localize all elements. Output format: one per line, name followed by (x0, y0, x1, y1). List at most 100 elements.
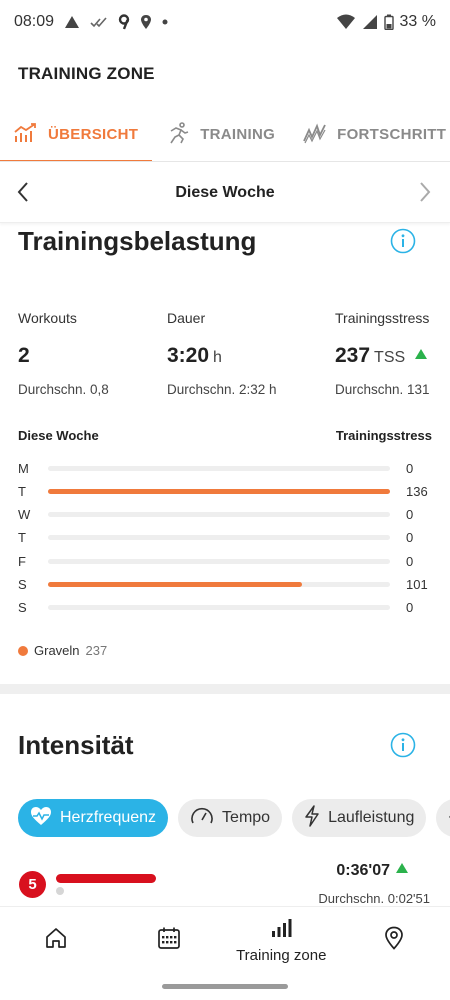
info-icon[interactable] (390, 228, 416, 254)
day-value: 101 (406, 577, 428, 592)
tab-label: TRAINING (200, 126, 276, 143)
stat-unit: h (213, 349, 222, 366)
training-load-title: Trainingsbelastung (18, 226, 257, 256)
day-bar (48, 488, 390, 494)
home-icon (45, 927, 67, 954)
zone-badge: 5 (19, 871, 46, 898)
battery-icon (383, 14, 394, 30)
trend-chart-icon (14, 122, 38, 148)
bar-chart-icon (270, 918, 292, 943)
app-9-icon (118, 14, 130, 30)
trend-up-icon (415, 349, 428, 359)
day-label: F (18, 553, 26, 569)
bottom-navigation: Training zone (0, 906, 450, 974)
week-chart-metric: Trainingsstress (335, 428, 432, 443)
chip-label: Herzfrequenz (60, 809, 157, 826)
day-value: 0 (406, 553, 414, 569)
tab-label: ÜBERSICHT (48, 126, 139, 143)
zone-time-value: 0:36'07 (336, 862, 390, 879)
day-bar-track (48, 558, 390, 564)
legend-value: 237 (85, 643, 108, 658)
legend-name: Graveln (34, 643, 80, 658)
day-label: T (18, 530, 26, 546)
day-value: 0 (406, 600, 414, 616)
calendar-icon (157, 926, 181, 955)
nav-home[interactable] (0, 907, 113, 974)
zone-dot (56, 887, 64, 895)
nav-label: Training zone (236, 946, 327, 964)
day-label: S (18, 600, 27, 616)
day-value: 0 (406, 530, 414, 546)
day-bar-track (48, 465, 390, 471)
svg-text:x: x (350, 15, 354, 22)
day-bar-track (48, 512, 390, 518)
stat-label: Workouts (18, 310, 77, 326)
chevron-left-icon[interactable] (16, 181, 30, 208)
section-divider (0, 684, 450, 694)
stat-duration: Dauer 3:20 h Durchschn. 2:32 h (167, 310, 277, 397)
stat-training-stress: Trainingsstress 237 TSS Durchschn. 131 (335, 310, 430, 397)
nav-map[interactable] (338, 907, 450, 974)
day-row: M0 (18, 457, 432, 479)
dot-icon (162, 19, 168, 25)
day-bar (48, 582, 302, 587)
legend-dot (18, 645, 28, 656)
lightning-icon (304, 804, 320, 832)
chip-label: Tempo (222, 809, 271, 826)
zone-average: Durchschn. 0:02'51 (318, 891, 430, 906)
zone-bar (56, 874, 156, 883)
gesture-bar[interactable] (162, 984, 288, 989)
chevron-right-icon[interactable] (418, 181, 432, 208)
day-value: 0 (406, 507, 414, 523)
nav-calendar[interactable] (113, 907, 226, 974)
tab-bar: ÜBERSICHT TRAINING FORTSCHRITT (0, 108, 450, 162)
wifi-icon: x (336, 14, 356, 30)
stat-label: Trainingsstress (335, 310, 430, 326)
week-chart-title: Diese Woche (18, 428, 99, 443)
stat-number: 2 (18, 344, 30, 367)
week-navigator: Diese Woche (0, 163, 450, 223)
day-bar-track (48, 535, 390, 541)
day-value: 0 (406, 460, 414, 476)
chip-power[interactable]: Laufleistung (292, 799, 427, 837)
status-bar: 08:09 x 33 % (0, 0, 450, 44)
runner-icon (166, 121, 190, 148)
day-value: 136 (406, 483, 428, 499)
day-bar-track (48, 488, 390, 494)
info-icon[interactable] (390, 732, 416, 758)
nav-training-zone[interactable]: Training zone (225, 907, 338, 974)
day-bar-track (48, 605, 390, 611)
tab-uebersicht[interactable]: ÜBERSICHT (0, 108, 153, 161)
stat-value: 237 TSS (335, 344, 430, 368)
day-row: F0 (18, 550, 432, 572)
stat-number: 3:20 (167, 344, 210, 367)
map-pin-icon (384, 926, 404, 955)
tab-training[interactable]: TRAINING (152, 108, 289, 161)
day-row: T 136 (18, 480, 432, 502)
signal-icon (362, 14, 378, 30)
day-row: S0 (18, 597, 432, 619)
chip-pace[interactable]: Tempo (178, 799, 283, 837)
day-row: T0 (18, 527, 432, 549)
status-time: 08:09 (14, 13, 55, 30)
legend: Graveln 237 (18, 643, 107, 658)
stat-average: Durchschn. 0,8 (18, 382, 109, 397)
double-check-icon (90, 16, 108, 28)
stat-unit: TSS (374, 349, 406, 366)
day-label: T (18, 483, 26, 499)
stat-average: Durchschn. 2:32 h (167, 382, 277, 397)
stat-workouts: Workouts 2 Durchschn. 0,8 (18, 310, 109, 397)
speedometer-icon (190, 806, 214, 831)
trend-up-icon (396, 863, 408, 873)
day-row: W0 (18, 504, 432, 526)
chip-more[interactable] (436, 799, 450, 837)
battery-percent: 33 % (399, 13, 436, 30)
stat-value: 2 (18, 344, 109, 368)
stat-label: Dauer (167, 310, 206, 326)
chip-label: Laufleistung (328, 809, 415, 826)
heart-icon (30, 806, 52, 831)
stat-average: Durchschn. 131 (335, 382, 430, 397)
tab-fortschritt[interactable]: FORTSCHRITT (289, 108, 450, 161)
tab-label: FORTSCHRITT (337, 126, 447, 143)
chip-heart-rate[interactable]: Herzfrequenz (18, 799, 169, 837)
